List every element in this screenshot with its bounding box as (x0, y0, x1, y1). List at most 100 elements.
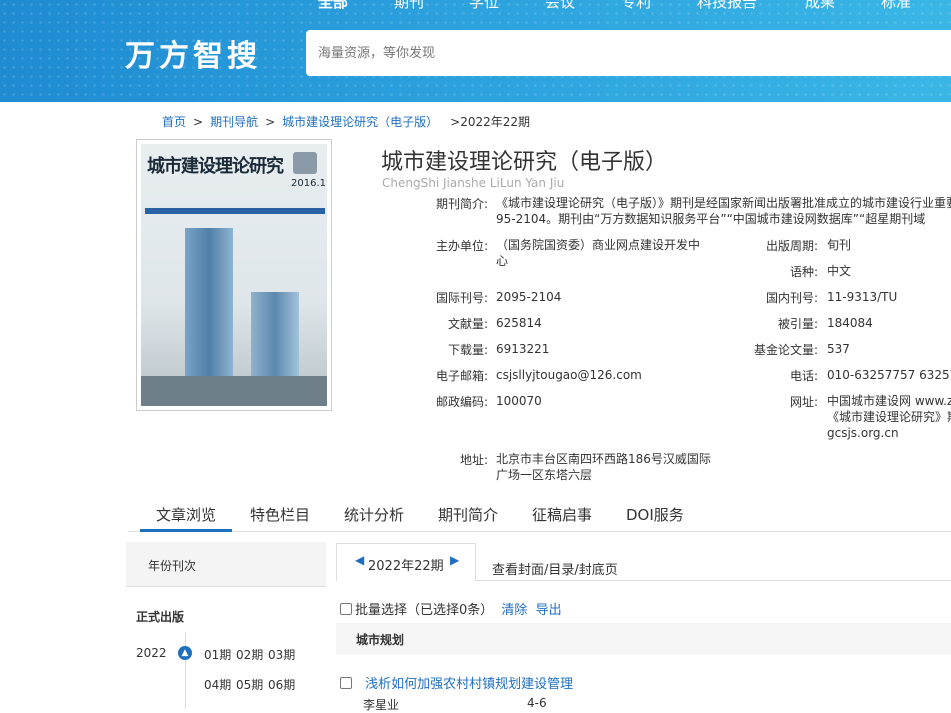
journal-pinyin: ChengShi Jianshe LiLun Yan Jiu (382, 176, 565, 190)
docs-value: 625814 (496, 316, 542, 330)
address-label: 地址: (460, 453, 489, 467)
nav-item-achievement[interactable]: 成果 (805, 0, 835, 12)
cover-bar (145, 208, 325, 214)
tab-journal-intro[interactable]: 期刊简介 (438, 504, 498, 525)
cn-value: 11-9313/TU (827, 290, 898, 304)
cover-base (141, 376, 327, 406)
nav-item-standard[interactable]: 标准 (881, 0, 911, 12)
breadcrumb-journal-nav[interactable]: 期刊导航 (210, 115, 258, 129)
website-value-1[interactable]: 中国城市建设网 www.z (827, 393, 951, 409)
fund-value: 537 (827, 342, 850, 356)
cycle-value: 旬刊 (827, 238, 852, 252)
nav-item-tech-report[interactable]: 科技报告 (697, 0, 757, 12)
batch-select-label: 批量选择（已选择0条） (355, 603, 494, 618)
cycle-label: 出版周期: (766, 239, 819, 253)
postcode-label: 邮政编码: (436, 395, 489, 409)
year-label[interactable]: 2022 (136, 646, 167, 660)
section-header: 城市规划 (336, 623, 951, 655)
sidebar-header: 年份刊次 (126, 542, 326, 587)
collapse-icon[interactable]: ▲ (178, 646, 192, 660)
divider (476, 580, 951, 581)
tab-bar: 文章浏览 特色栏目 统计分析 期刊简介 征稿启事 DOI服务 (128, 498, 951, 532)
clear-link[interactable]: 清除 (501, 603, 527, 618)
downloads-value: 6913221 (496, 342, 550, 356)
batch-checkbox[interactable] (340, 603, 352, 615)
website-value-3: gcsjs.org.cn (827, 426, 899, 440)
cover-title: 城市建设理论研究 (147, 156, 284, 177)
phone-label: 电话: (790, 369, 819, 383)
timeline-line (185, 632, 186, 709)
article-checkbox[interactable] (340, 677, 352, 689)
issue-link[interactable]: 06期 (268, 676, 295, 693)
address-value: 北京市丰台区南四环西路186号汉威国际 (496, 452, 711, 466)
current-issue: 2022年22期 (368, 559, 444, 574)
cn-label: 国内刊号: (766, 291, 819, 305)
brand-logo[interactable]: 万方智搜 (125, 31, 261, 75)
issue-link[interactable]: 04期 (204, 676, 231, 693)
article-row: 浅析如何加强农村村镇规划建设管理 (340, 673, 573, 692)
nav-item-conference[interactable]: 会议 (545, 0, 575, 12)
intro-text-2: 95-2104。期刊由“万方数据知识服务平台”“中国城市建设网数据库”“超星期刊… (496, 212, 926, 226)
tab-featured-columns[interactable]: 特色栏目 (250, 504, 310, 525)
tab-statistics[interactable]: 统计分析 (344, 504, 404, 525)
nav-item-journal[interactable]: 期刊 (394, 0, 424, 12)
cover-issue: 2016.1 (291, 178, 326, 189)
cover-image: 城市建设理论研究 2016.1 (141, 144, 327, 406)
tab-call-for-papers[interactable]: 征稿启事 (532, 504, 592, 525)
intro-text-1: 《城市建设理论研究（电子版）》期刊是经国家新闻出版署批准成立的城市建设行业重要 (496, 196, 951, 210)
active-tab-indicator (140, 529, 232, 532)
search-input[interactable] (306, 30, 951, 76)
article-pages: 4-6 (527, 696, 547, 710)
breadcrumb-home[interactable]: 首页 (162, 115, 186, 129)
breadcrumb-separator: > (193, 115, 204, 129)
email-value[interactable]: csjsllyjtougao@126.com (496, 367, 642, 383)
journal-cover: 城市建设理论研究 2016.1 (136, 139, 332, 411)
export-link[interactable]: 导出 (536, 603, 562, 618)
issue-link[interactable]: 01期 (204, 646, 231, 663)
issue-link[interactable]: 05期 (236, 676, 263, 693)
site-header: 全部 期刊 学位 会议 专利 科技报告 成果 标准 万方智搜 (0, 0, 951, 102)
issue-link[interactable]: 02期 (236, 646, 263, 663)
cited-value: 184084 (827, 316, 873, 330)
nav-item-all[interactable]: 全部 (318, 0, 348, 12)
downloads-label: 下载量: (448, 343, 489, 357)
sponsor-value-2: 心 (496, 254, 509, 268)
view-cover-link[interactable]: 查看封面/目录/封底页 (492, 559, 618, 578)
breadcrumb-separator: > (265, 115, 276, 129)
breadcrumb-journal[interactable]: 城市建设理论研究（电子版） (282, 115, 438, 129)
fund-label: 基金论文量: (754, 343, 819, 357)
nav-item-degree[interactable]: 学位 (469, 0, 499, 12)
cover-tower (185, 228, 233, 398)
language-value: 中文 (827, 264, 852, 278)
nav-item-patent[interactable]: 专利 (621, 0, 651, 12)
issn-value: 2095-2104 (496, 290, 562, 304)
cover-logo (293, 152, 317, 174)
email-label: 电子邮箱: (436, 369, 489, 383)
issue-link[interactable]: 03期 (268, 646, 295, 663)
postcode-value: 100070 (496, 394, 542, 408)
sponsor-label: 主办单位: (436, 239, 489, 253)
tab-article-browse[interactable]: 文章浏览 (156, 504, 216, 525)
article-author[interactable]: 李星业 (363, 696, 399, 713)
breadcrumb-current: >2022年22期 (450, 115, 531, 129)
issue-selector: ◀ 2022年22期 ▶ (336, 543, 476, 581)
website-value-2: 《城市建设理论研究》期 (827, 410, 951, 424)
sidebar-title: 年份刊次 (148, 559, 197, 573)
address-value-2: 广场一区东塔六层 (496, 468, 593, 482)
article-title-link[interactable]: 浅析如何加强农村村镇规划建设管理 (365, 677, 573, 692)
issn-label: 国际刊号: (436, 291, 489, 305)
prev-issue-icon[interactable]: ◀ (355, 553, 364, 567)
official-publication-label: 正式出版 (136, 610, 185, 624)
breadcrumb: 首页 > 期刊导航 > 城市建设理论研究（电子版） >2022年22期 (162, 113, 530, 130)
website-label: 网址: (790, 395, 819, 409)
intro-label: 期刊简介: (436, 197, 489, 211)
tab-doi-service[interactable]: DOI服务 (626, 504, 684, 525)
language-label: 语种: (790, 265, 819, 279)
sponsor-value: （国务院国资委）商业网点建设开发中 (496, 238, 701, 252)
docs-label: 文献量: (448, 317, 489, 331)
next-issue-icon[interactable]: ▶ (450, 553, 459, 567)
journal-title: 城市建设理论研究（电子版） (381, 150, 668, 175)
section-title: 城市规划 (356, 633, 405, 647)
batch-select-bar: 批量选择（已选择0条） 清除 导出 (340, 599, 562, 618)
phone-value: 010-63257757 632577 (827, 368, 951, 382)
